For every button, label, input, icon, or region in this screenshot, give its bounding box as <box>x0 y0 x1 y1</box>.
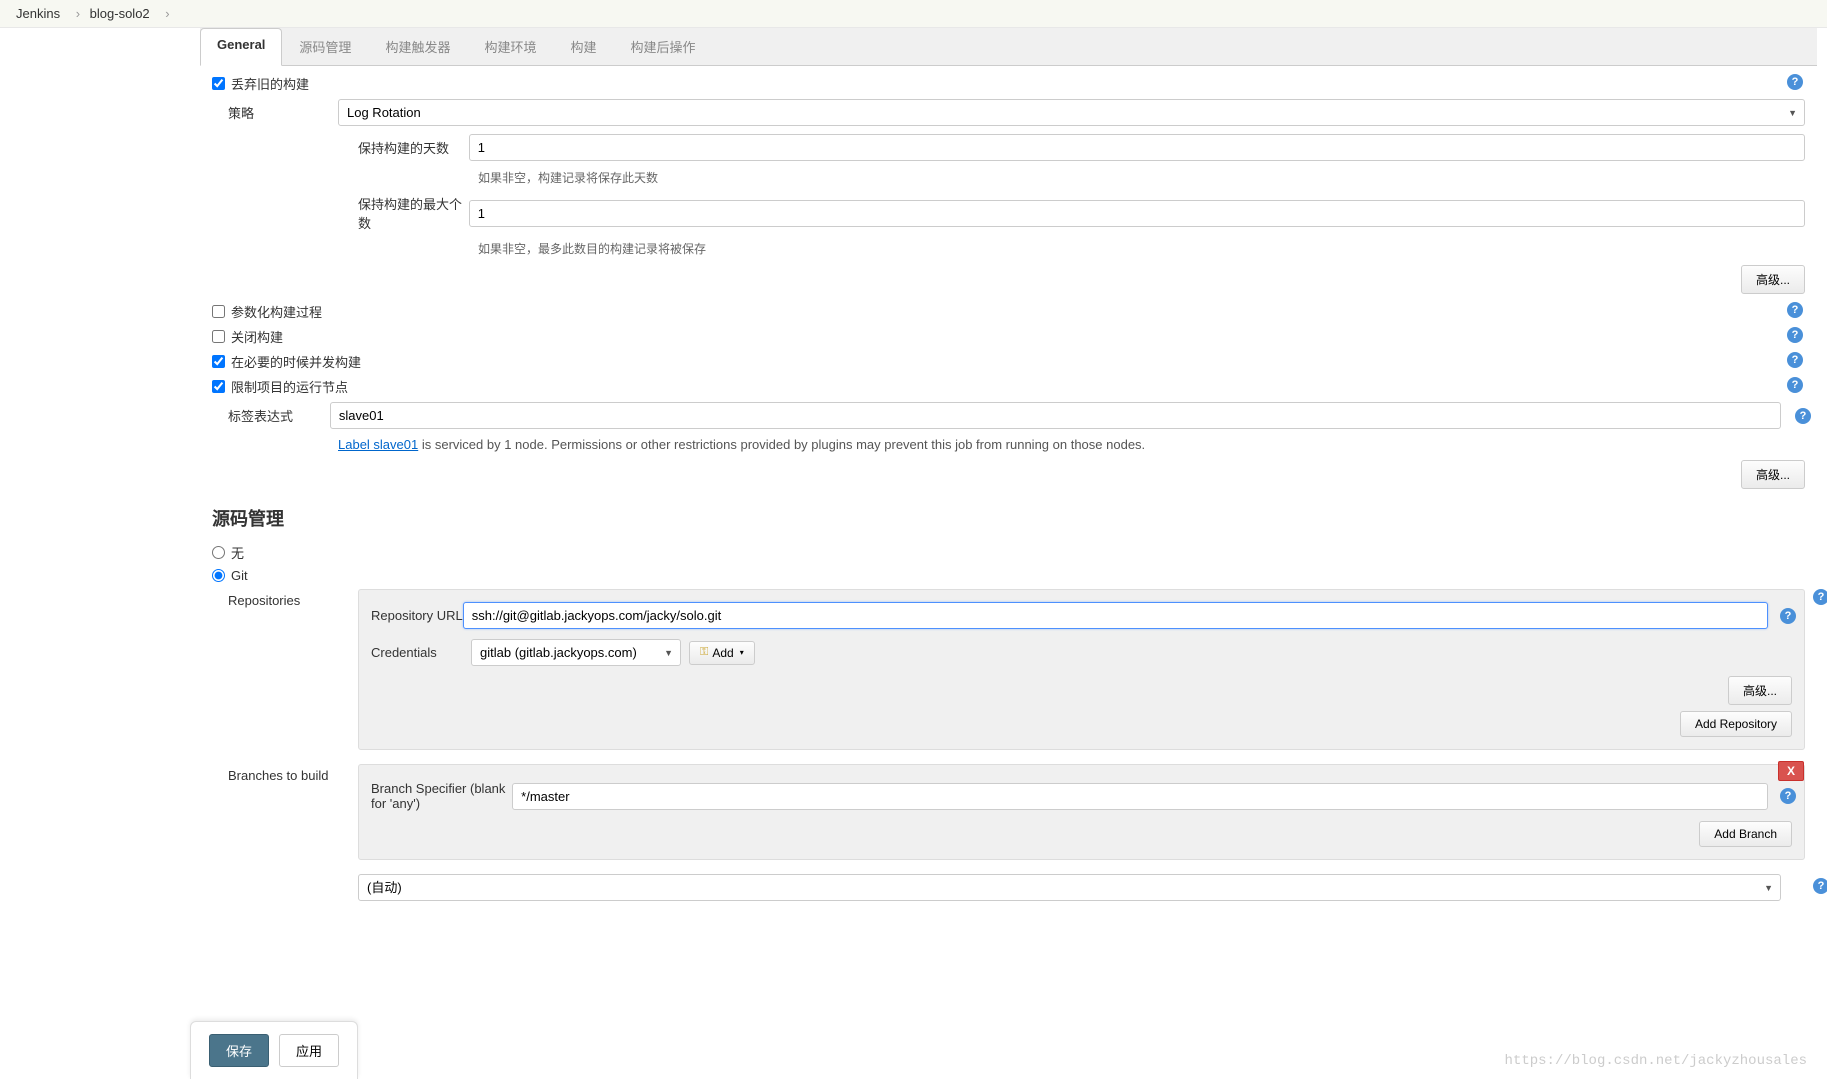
scm-none-label: 无 <box>231 543 244 562</box>
scm-section-title: 源码管理 <box>212 505 1805 531</box>
repositories-label: Repositories <box>228 589 358 608</box>
tab-scm[interactable]: 源码管理 <box>282 28 368 65</box>
help-icon[interactable]: ? <box>1787 377 1803 393</box>
max-to-keep-help: 如果非空，最多此数目的构建记录将被保存 <box>478 240 1805 257</box>
help-icon[interactable]: ? <box>1787 74 1803 90</box>
concurrent-checkbox[interactable] <box>212 355 225 368</box>
label-expr-label: 标签表达式 <box>228 406 330 425</box>
save-button[interactable]: 保存 <box>209 1034 269 1067</box>
restrict-node-label: 限制项目的运行节点 <box>231 377 348 396</box>
branch-spec-label: Branch Specifier (blank for 'any') <box>371 781 512 811</box>
discard-old-builds-label: 丢弃旧的构建 <box>231 74 309 93</box>
strategy-label: 策略 <box>228 103 338 122</box>
strategy-select[interactable]: Log Rotation <box>338 99 1805 126</box>
tab-env[interactable]: 构建环境 <box>467 28 553 65</box>
scm-git-row[interactable]: Git <box>212 568 248 583</box>
apply-button[interactable]: 应用 <box>279 1034 339 1067</box>
dropdown-caret-icon: ▾ <box>740 648 744 657</box>
disable-build-label: 关闭构建 <box>231 327 283 346</box>
credentials-select[interactable]: gitlab (gitlab.jackyops.com) <box>471 639 681 666</box>
auto-select[interactable]: (自动) <box>358 874 1781 901</box>
breadcrumb-sep: › <box>165 6 169 21</box>
parameterized-checkbox[interactable] <box>212 305 225 318</box>
action-bar: 保存 应用 <box>190 1021 358 1079</box>
auto-label <box>228 874 358 878</box>
discard-old-builds-checkbox[interactable] <box>212 77 225 90</box>
help-icon[interactable]: ? <box>1787 302 1803 318</box>
label-slave-link[interactable]: Label slave01 <box>338 437 418 452</box>
disable-build-checkbox[interactable] <box>212 330 225 343</box>
tab-post[interactable]: 构建后操作 <box>613 28 712 65</box>
credentials-label: Credentials <box>371 645 471 660</box>
delete-branch-button[interactable]: X <box>1778 761 1804 781</box>
repo-url-input[interactable] <box>463 602 1768 629</box>
days-to-keep-help: 如果非空，构建记录将保存此天数 <box>478 169 1805 186</box>
label-expr-input[interactable] <box>330 402 1781 429</box>
breadcrumb: Jenkins › blog-solo2 › <box>0 0 1827 28</box>
help-icon[interactable]: ? <box>1787 327 1803 343</box>
discard-old-builds-row[interactable]: 丢弃旧的构建 <box>212 74 309 93</box>
branch-block: X Branch Specifier (blank for 'any') ? A… <box>358 764 1805 860</box>
breadcrumb-project[interactable]: blog-solo2 <box>90 6 150 21</box>
restrict-node-row[interactable]: 限制项目的运行节点 <box>212 377 348 396</box>
help-icon[interactable]: ? <box>1780 788 1796 804</box>
parameterized-label: 参数化构建过程 <box>231 302 322 321</box>
tab-build[interactable]: 构建 <box>553 28 613 65</box>
scm-git-radio[interactable] <box>212 569 225 582</box>
watermark: https://blog.csdn.net/jackyzhousales <box>1505 1053 1807 1069</box>
repo-url-label: Repository URL <box>371 608 463 623</box>
label-advanced-button[interactable]: 高级... <box>1741 460 1805 489</box>
scm-none-row[interactable]: 无 <box>212 543 244 562</box>
breadcrumb-sep: › <box>76 6 80 21</box>
help-icon[interactable]: ? <box>1787 352 1803 368</box>
branches-label: Branches to build <box>228 764 358 783</box>
restrict-node-checkbox[interactable] <box>212 380 225 393</box>
disable-build-row[interactable]: 关闭构建 <box>212 327 283 346</box>
repo-advanced-button[interactable]: 高级... <box>1728 676 1792 705</box>
label-expr-note: Label slave01 is serviced by 1 node. Per… <box>338 437 1805 452</box>
breadcrumb-jenkins[interactable]: Jenkins <box>16 6 60 21</box>
days-to-keep-input[interactable] <box>469 134 1805 161</box>
help-icon[interactable]: ? <box>1813 878 1827 894</box>
concurrent-row[interactable]: 在必要的时候并发构建 <box>212 352 361 371</box>
days-to-keep-label: 保持构建的天数 <box>358 138 469 157</box>
tab-general[interactable]: General <box>200 28 282 66</box>
max-to-keep-input[interactable] <box>469 200 1805 227</box>
branch-spec-input[interactable] <box>512 783 1768 810</box>
config-tabs: General 源码管理 构建触发器 构建环境 构建 构建后操作 <box>200 28 1817 66</box>
help-icon[interactable]: ? <box>1813 589 1827 605</box>
parameterized-row[interactable]: 参数化构建过程 <box>212 302 322 321</box>
max-to-keep-label: 保持构建的最大个数 <box>358 194 469 232</box>
help-icon[interactable]: ? <box>1795 408 1811 424</box>
add-repository-button[interactable]: Add Repository <box>1680 711 1792 737</box>
add-label: Add <box>712 646 733 660</box>
repository-block: Repository URL ? Credentials gitlab (git… <box>358 589 1805 750</box>
label-note-text: is serviced by 1 node. Permissions or ot… <box>418 437 1145 452</box>
scm-none-radio[interactable] <box>212 546 225 559</box>
help-icon[interactable]: ? <box>1780 608 1796 624</box>
add-branch-button[interactable]: Add Branch <box>1699 821 1792 847</box>
tab-triggers[interactable]: 构建触发器 <box>368 28 467 65</box>
scm-git-label: Git <box>231 568 248 583</box>
credentials-add-button[interactable]: ⚿ Add ▾ <box>689 641 755 665</box>
concurrent-label: 在必要的时候并发构建 <box>231 352 361 371</box>
key-icon: ⚿ <box>700 646 708 659</box>
discard-advanced-button[interactable]: 高级... <box>1741 265 1805 294</box>
